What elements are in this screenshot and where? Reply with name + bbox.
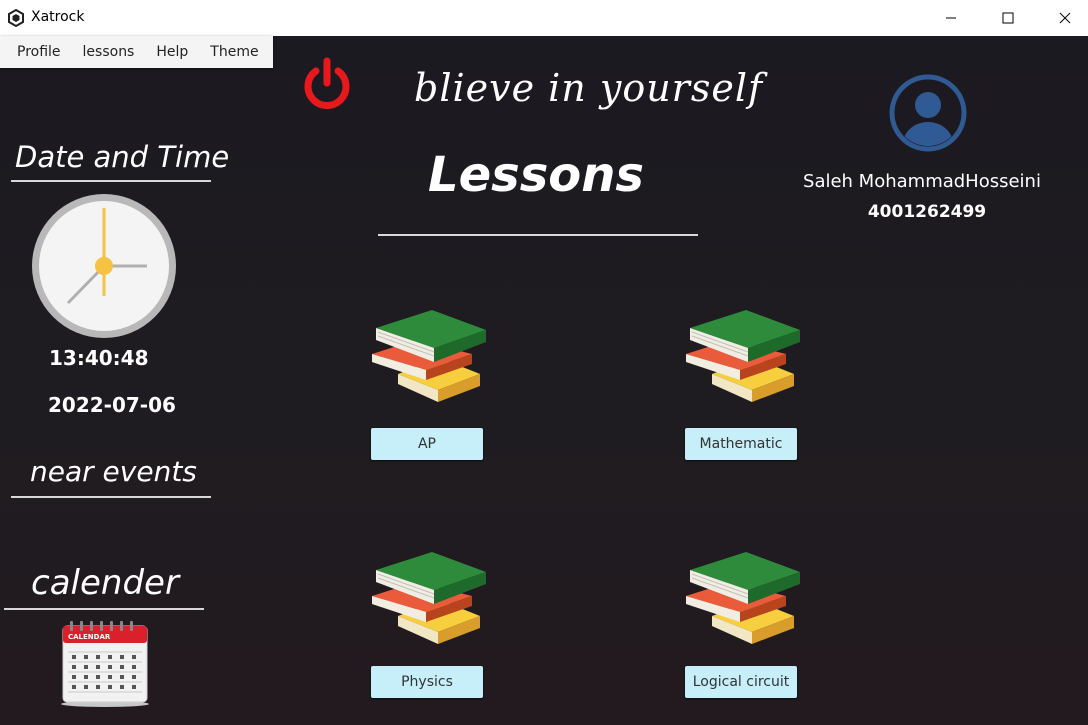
user-name: Saleh MohammadHosseini — [803, 171, 1041, 192]
current-date: 2022-07-06 — [48, 393, 176, 417]
calendar-icon-label: CALENDAR — [68, 633, 111, 641]
user-avatar-icon[interactable] — [889, 74, 967, 152]
maximize-icon — [1002, 12, 1014, 24]
menu-item-help[interactable]: Help — [145, 44, 199, 60]
date-time-divider — [11, 180, 211, 182]
calendar-title: calender — [31, 563, 179, 603]
near-events-divider — [11, 496, 211, 498]
page-title: Lessons — [428, 147, 644, 203]
minimize-button[interactable] — [928, 0, 974, 36]
app-logo-icon — [8, 9, 24, 27]
calendar-divider — [4, 608, 204, 610]
close-button[interactable] — [1042, 0, 1088, 36]
book-stack-icon — [368, 548, 488, 648]
near-events-title: near events — [30, 455, 197, 488]
book-stack-icon — [682, 548, 802, 648]
lesson-button-logical-circuit[interactable]: Logical circuit — [685, 666, 797, 698]
book-stack-icon — [682, 306, 802, 406]
menu-item-profile[interactable]: Profile — [6, 44, 72, 60]
window-title: Xatrock — [31, 9, 85, 25]
menu-item-lessons[interactable]: lessons — [72, 44, 146, 60]
lesson-button-mathematic[interactable]: Mathematic — [685, 428, 797, 460]
menu-bar: Profile lessons Help Theme — [0, 36, 273, 68]
close-icon — [1059, 12, 1071, 24]
title-divider — [378, 234, 698, 236]
date-time-title: Date and Time — [15, 140, 230, 174]
motto-text: blieve in yourself — [414, 66, 764, 110]
power-icon[interactable] — [300, 57, 354, 111]
user-id: 4001262499 — [867, 202, 987, 222]
book-stack-icon — [368, 306, 488, 406]
clock-icon — [32, 194, 176, 338]
lesson-button-physics[interactable]: Physics — [371, 666, 483, 698]
calendar-icon[interactable]: CALENDAR — [58, 620, 152, 708]
clock-time: 13:40:48 — [49, 346, 149, 370]
minimize-icon — [946, 17, 956, 19]
lesson-button-ap[interactable]: AP — [371, 428, 483, 460]
maximize-button[interactable] — [985, 0, 1031, 36]
window-titlebar: Xatrock — [0, 0, 1088, 36]
menu-item-theme[interactable]: Theme — [199, 44, 269, 60]
